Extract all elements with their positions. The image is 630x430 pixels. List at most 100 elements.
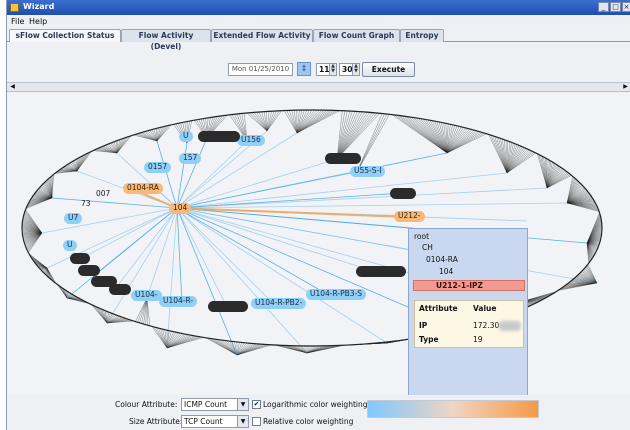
- graph-node[interactable]: U156: [237, 135, 265, 146]
- graph-edge: [176, 207, 333, 298]
- graph-node[interactable]: U: [179, 131, 193, 142]
- graph-node[interactable]: 104: [169, 203, 192, 214]
- tab-extended-flow-activity[interactable]: Extended Flow Activity: [211, 29, 313, 42]
- graph-node[interactable]: 73: [79, 199, 93, 210]
- maximize-button[interactable]: □: [610, 2, 621, 12]
- graph-node[interactable]: U7: [64, 213, 83, 224]
- menu-bar: File Help: [7, 15, 630, 28]
- scroll-right-icon[interactable]: ▶: [621, 83, 630, 91]
- relative-weighting-checkbox[interactable]: [252, 417, 261, 426]
- hour-value: 11: [319, 65, 330, 74]
- popup-tree-level-2: 0104-RA: [426, 255, 458, 264]
- minute-spinner[interactable]: 30 ▲ ▼: [339, 63, 360, 76]
- graph-edge: [296, 109, 318, 134]
- graph-edge: [246, 112, 268, 132]
- tab-sflow-collection-status[interactable]: sFlow Collection Status: [9, 29, 121, 42]
- graph-node[interactable]: 157: [179, 153, 202, 164]
- attr-value-type: 19: [473, 335, 483, 344]
- graph-edge: [176, 207, 228, 308]
- tab-entropy[interactable]: Entropy: [400, 29, 444, 42]
- graph-edge: [336, 111, 358, 160]
- tab-flow-count-graph[interactable]: Flow Count Graph: [313, 29, 400, 42]
- graph-edge: [176, 207, 406, 218]
- graph-edge: [356, 113, 388, 173]
- graph-node[interactable]: [109, 284, 131, 295]
- popup-selected-node: U212-1-IPZ: [413, 280, 525, 291]
- chevron-down-icon[interactable]: ▼: [237, 416, 248, 427]
- graph-node[interactable]: U104-R-: [159, 296, 198, 307]
- menu-help[interactable]: Help: [29, 17, 47, 26]
- menu-file[interactable]: File: [11, 17, 24, 26]
- graph-node[interactable]: U: [63, 240, 77, 251]
- graph-node[interactable]: [78, 265, 100, 276]
- graph-edge: [176, 207, 388, 344]
- attribute-table: Attribute Value IP 172.30 Type 19: [414, 300, 524, 348]
- attribute-header: Attribute: [419, 304, 458, 313]
- graph-edge: [266, 110, 277, 132]
- graph-node[interactable]: [208, 301, 248, 312]
- graph-node[interactable]: U212-: [394, 211, 425, 222]
- graph-edge: [176, 140, 248, 209]
- query-toolbar: Mon 01/25/2010 ↕ 11 ▲ ▼ 30 ▲ ▼ Execute: [7, 43, 630, 80]
- title-bar: Wizard _ □ ×: [7, 0, 630, 15]
- horizontal-scrollbar[interactable]: ◀ ▶: [7, 82, 630, 92]
- graph-node[interactable]: [70, 253, 90, 264]
- graph-node[interactable]: 007: [94, 189, 112, 200]
- redacted-ip-suffix: [499, 321, 521, 331]
- graph-node[interactable]: U104-R-PB3-S: [306, 289, 367, 300]
- graph-edge: [356, 114, 390, 173]
- tab-flow-activity-devel[interactable]: Flow Activity (Devel): [121, 29, 211, 51]
- colour-attribute-label: Colour Attribute:: [115, 400, 178, 409]
- colour-attribute-select[interactable]: ICMP Count ▼: [181, 398, 249, 411]
- graph-edge: [41, 207, 178, 234]
- graph-edge: [176, 132, 298, 209]
- tab-bar: sFlow Collection Status Flow Activity (D…: [7, 28, 630, 51]
- popup-tree-root: root: [414, 232, 430, 241]
- graph-node[interactable]: [198, 131, 240, 142]
- graph-edge: [176, 207, 183, 304]
- chevron-down-icon[interactable]: ▼: [237, 399, 248, 410]
- graph-node[interactable]: U104-: [131, 290, 162, 301]
- graph-edge: [494, 136, 508, 174]
- scroll-left-icon[interactable]: ◀: [8, 83, 17, 91]
- size-attribute-select[interactable]: TCP Count ▼: [181, 415, 249, 428]
- size-attribute-label: Size Attribute:: [129, 417, 183, 426]
- calendar-icon[interactable]: ↕: [297, 62, 311, 76]
- logarithmic-weighting-checkbox[interactable]: ✔: [252, 400, 261, 409]
- graph-edge: [176, 207, 308, 354]
- graph-edge: [176, 207, 380, 274]
- graph-node[interactable]: [325, 153, 361, 164]
- minimize-button[interactable]: _: [598, 2, 609, 12]
- flow-graph-canvas[interactable]: U U156 157 0157 U55-S-I 0104-RA 007 73 U…: [7, 93, 630, 395]
- wizard-window: Wizard _ □ × File Help sFlow Collection …: [6, 0, 630, 430]
- graph-node[interactable]: 0157: [144, 162, 172, 173]
- flow-graph-svg: [21, 109, 603, 356]
- spinner-arrows-icon[interactable]: ▲ ▼: [352, 64, 359, 75]
- graph-edge: [56, 284, 68, 299]
- attr-name-type: Type: [419, 335, 439, 344]
- close-button[interactable]: ×: [622, 2, 630, 12]
- graph-node[interactable]: 0104-RA: [123, 183, 163, 194]
- colour-attribute-value: ICMP Count: [184, 400, 228, 409]
- attr-name-ip: IP: [419, 321, 428, 330]
- graph-node[interactable]: U104-R-PB2-: [251, 298, 307, 309]
- graph-node[interactable]: [356, 266, 406, 277]
- minute-value: 30: [342, 65, 353, 74]
- spinner-arrows-icon[interactable]: ▲ ▼: [329, 64, 336, 75]
- date-field[interactable]: Mon 01/25/2010: [228, 63, 293, 76]
- node-details-popup: root CH 0104-RA 104 U212-1-IPZ Attribute…: [408, 228, 528, 395]
- popup-selected-label: U212-1-IPZ: [436, 281, 483, 290]
- color-legend-gradient: [367, 400, 539, 418]
- graph-node[interactable]: [390, 188, 416, 199]
- graph-edge: [176, 152, 448, 209]
- hour-spinner[interactable]: 11 ▲ ▼: [316, 63, 337, 76]
- graph-edge: [446, 127, 466, 154]
- popup-tree-level-1: CH: [422, 243, 433, 252]
- graph-edge: [114, 207, 178, 290]
- size-attribute-value: TCP Count: [184, 417, 223, 426]
- app-icon: [10, 3, 19, 12]
- execute-button[interactable]: Execute: [362, 62, 415, 77]
- graph-node[interactable]: U55-S-I: [350, 166, 386, 177]
- attribute-controls: Colour Attribute: ICMP Count ▼ ✔ Logarit…: [7, 395, 630, 430]
- graph-edge: [176, 137, 208, 209]
